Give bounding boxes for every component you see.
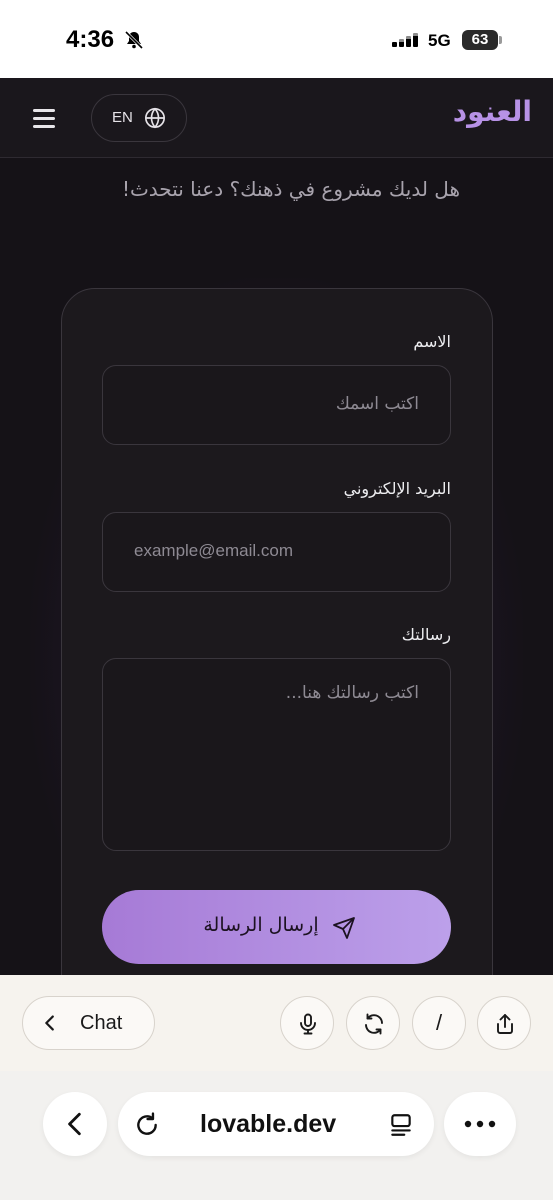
navbar: EN العنود [0, 78, 553, 158]
slash-command-button[interactable]: / [412, 996, 466, 1050]
page-tagline: هل لديك مشروع في ذهنك؟ دعنا نتحدث! [121, 177, 460, 201]
chevron-left-icon [45, 1015, 54, 1031]
url-text: lovable.dev [200, 1110, 337, 1138]
message-textarea[interactable]: اكتب رسالتك هنا... [102, 658, 451, 851]
refresh-icon [365, 1013, 383, 1035]
bell-slash-icon [124, 30, 144, 50]
status-time: 4:36 [66, 26, 115, 53]
name-input[interactable]: اكتب اسمك [102, 365, 451, 445]
share-button[interactable] [477, 996, 531, 1050]
email-input[interactable]: example@email.com [102, 512, 451, 592]
chevron-left-icon [68, 1112, 81, 1136]
name-placeholder: اكتب اسمك [335, 394, 419, 414]
globe-icon [145, 107, 165, 129]
address-bar[interactable]: lovable.dev [118, 1092, 434, 1156]
share-icon [497, 1014, 513, 1034]
more-options-button[interactable] [444, 1092, 516, 1156]
slash-label: / [435, 1010, 443, 1035]
send-icon [333, 917, 355, 939]
app-viewport: EN العنود هل لديك مشروع في ذهنك؟ دعنا نت… [0, 78, 553, 975]
submit-button[interactable]: إرسال الرسالة [102, 890, 451, 964]
status-bar: 4:36 5G 63 [0, 0, 553, 78]
browser-back-button[interactable] [43, 1092, 107, 1156]
name-label: الاسم [413, 332, 451, 351]
reload-icon[interactable] [134, 1112, 160, 1138]
email-label: البريد الإلكتروني [343, 479, 451, 498]
language-label: EN [112, 109, 133, 126]
signal-icon [392, 33, 418, 47]
microphone-icon [300, 1013, 316, 1035]
chat-back-button[interactable]: Chat [22, 996, 155, 1050]
battery-icon: 63 [462, 30, 502, 50]
reader-mode-icon[interactable] [388, 1112, 414, 1138]
refresh-button[interactable] [346, 996, 400, 1050]
message-placeholder: اكتب رسالتك هنا... [285, 683, 419, 703]
browser-toolbar: lovable.dev [0, 1071, 553, 1200]
message-label: رسالتك [401, 625, 451, 644]
battery-level: 63 [471, 31, 489, 48]
menu-button[interactable] [30, 106, 60, 130]
contact-form-card: الاسم اكتب اسمك البريد الإلكتروني exampl… [61, 288, 493, 975]
email-placeholder: example@email.com [134, 541, 293, 560]
microphone-button[interactable] [280, 996, 334, 1050]
chat-toolbar: Chat / [0, 975, 553, 1071]
language-toggle-button[interactable]: EN [91, 94, 187, 142]
network-label: 5G [428, 31, 451, 50]
chat-label: Chat [80, 1012, 123, 1034]
logo[interactable]: العنود [453, 95, 532, 128]
submit-label: إرسال الرسالة [203, 914, 319, 936]
hamburger-icon [33, 109, 55, 112]
more-dots-icon [464, 1120, 496, 1128]
